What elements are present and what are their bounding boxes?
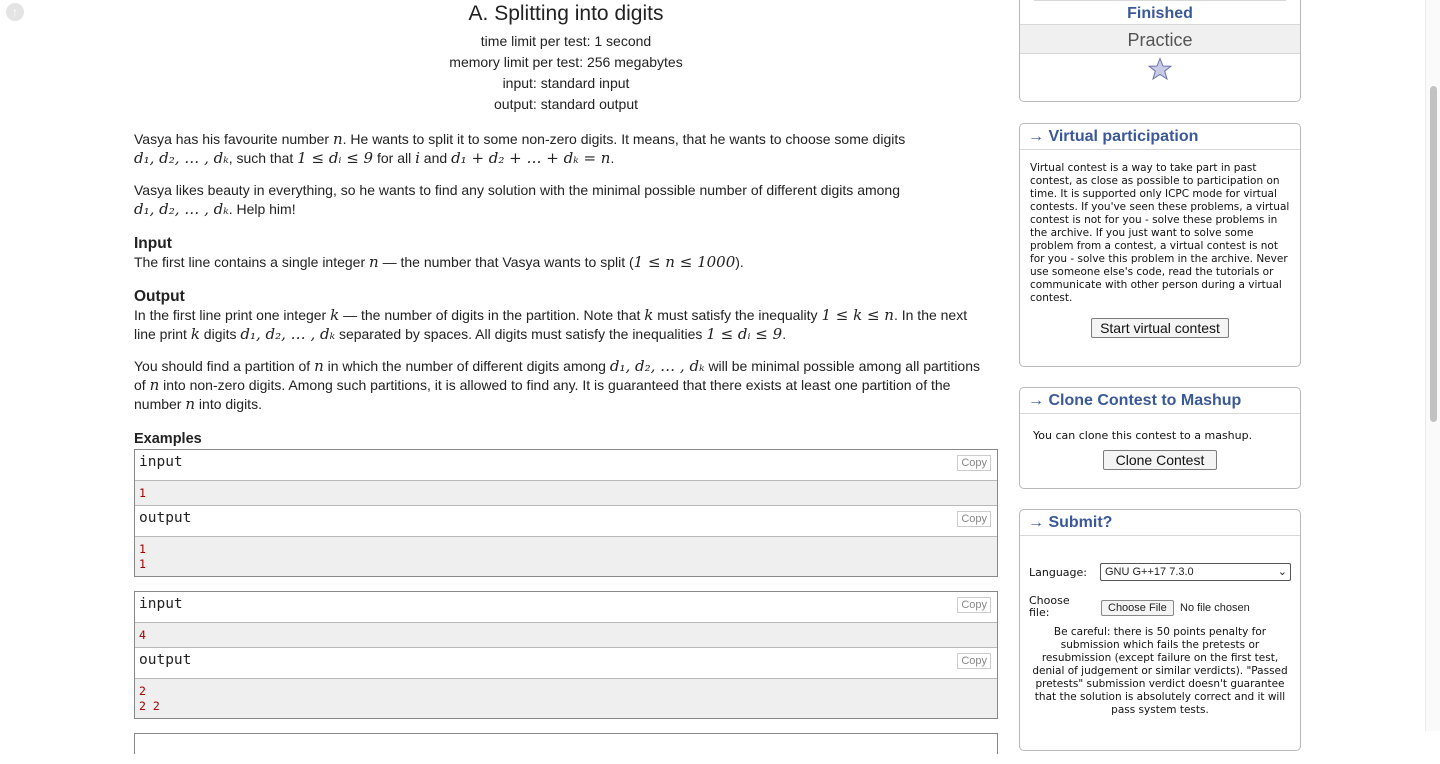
- example-output-header: output Copy: [135, 648, 997, 679]
- output-title: Output: [134, 288, 185, 305]
- input-title: Input: [134, 235, 172, 252]
- virtual-participation-title: → Virtual participation: [1020, 124, 1300, 150]
- chevron-down-icon: ⌄: [1277, 566, 1287, 578]
- problem-statement: A. Splitting into digits time limit per …: [134, 0, 998, 764]
- output-file: output: standard output: [494, 96, 638, 112]
- example-1: input Copy 1 output Copy 11: [134, 449, 998, 577]
- example-output-content: 22 2: [135, 679, 997, 718]
- copy-button[interactable]: Copy: [957, 653, 991, 669]
- choose-file-button[interactable]: Choose File: [1101, 600, 1174, 616]
- example-output-content: 11: [135, 537, 997, 576]
- clone-contest-text: You can clone this contest to a mashup.: [1033, 429, 1253, 442]
- legend-paragraph-1: Vasya has his favourite number n. He wan…: [134, 130, 906, 167]
- time-limit: time limit per test: 1 second: [480, 33, 652, 49]
- example-input-header: input Copy: [135, 592, 997, 623]
- legend-paragraph-2: Vasya likes beauty in everything, so he …: [134, 182, 901, 218]
- language-label: Language:: [1029, 566, 1087, 579]
- clone-contest-button[interactable]: Clone Contest: [1102, 450, 1218, 470]
- start-virtual-contest-button[interactable]: Start virtual contest: [1091, 318, 1229, 338]
- problem-title: A. Splitting into digits: [468, 2, 664, 25]
- choose-file-label: Choose file:: [1029, 594, 1070, 619]
- note-paragraph: You should find a partition of n in whic…: [134, 357, 981, 413]
- contest-status-box: Finished Practice: [1019, 0, 1301, 102]
- example-input-label: input: [139, 596, 183, 612]
- problem-limits: time limit per test: 1 second memory lim…: [134, 31, 998, 115]
- language-select[interactable]: GNU G++17 7.3.0 ⌄: [1100, 563, 1291, 581]
- virtual-participation-box: → Virtual participation Virtual contest …: [1019, 123, 1301, 367]
- copy-button[interactable]: Copy: [957, 455, 991, 471]
- penalty-warning: Be careful: there is 50 points penalty f…: [1032, 626, 1288, 716]
- scroll-up-icon[interactable]: ↑: [6, 3, 24, 21]
- memory-limit: memory limit per test: 256 megabytes: [449, 54, 683, 70]
- submit-title: → Submit?: [1020, 510, 1300, 536]
- language-select-value: GNU G++17 7.3.0: [1105, 566, 1194, 578]
- favorite-star-icon[interactable]: [1020, 54, 1300, 86]
- example-input-content: 4: [135, 623, 997, 648]
- copy-button[interactable]: Copy: [957, 597, 991, 613]
- contest-finished-label: Finished: [1020, 1, 1300, 25]
- example-input-label: input: [139, 454, 183, 470]
- clone-contest-box: → Clone Contest to Mashup You can clone …: [1019, 387, 1301, 489]
- example-input-header: input Copy: [135, 450, 997, 481]
- scrollbar-thumb[interactable]: [1430, 86, 1437, 422]
- example-input-content: 1: [135, 481, 997, 506]
- file-status: No file chosen: [1180, 602, 1250, 614]
- example-output-label: output: [139, 652, 192, 668]
- page-scrollbar[interactable]: [1425, 0, 1440, 731]
- output-specification: Output In the first line print one integ…: [134, 287, 998, 344]
- example-output-header: output Copy: [135, 506, 997, 537]
- input-file: input: standard input: [502, 75, 630, 91]
- example-output-label: output: [139, 510, 192, 526]
- example-3-partial: [134, 733, 998, 764]
- clone-contest-title: → Clone Contest to Mashup: [1020, 388, 1300, 414]
- copy-button[interactable]: Copy: [957, 511, 991, 527]
- practice-label: Practice: [1020, 25, 1300, 54]
- example-2: input Copy 4 output Copy 22 2: [134, 591, 998, 719]
- examples-title: Examples: [134, 431, 202, 447]
- virtual-participation-text: Virtual contest is a way to take part in…: [1030, 162, 1290, 304]
- input-specification: Input The first line contains a single i…: [134, 234, 998, 272]
- submit-box: → Submit? Language: GNU G++17 7.3.0 ⌄ Ch…: [1019, 509, 1301, 751]
